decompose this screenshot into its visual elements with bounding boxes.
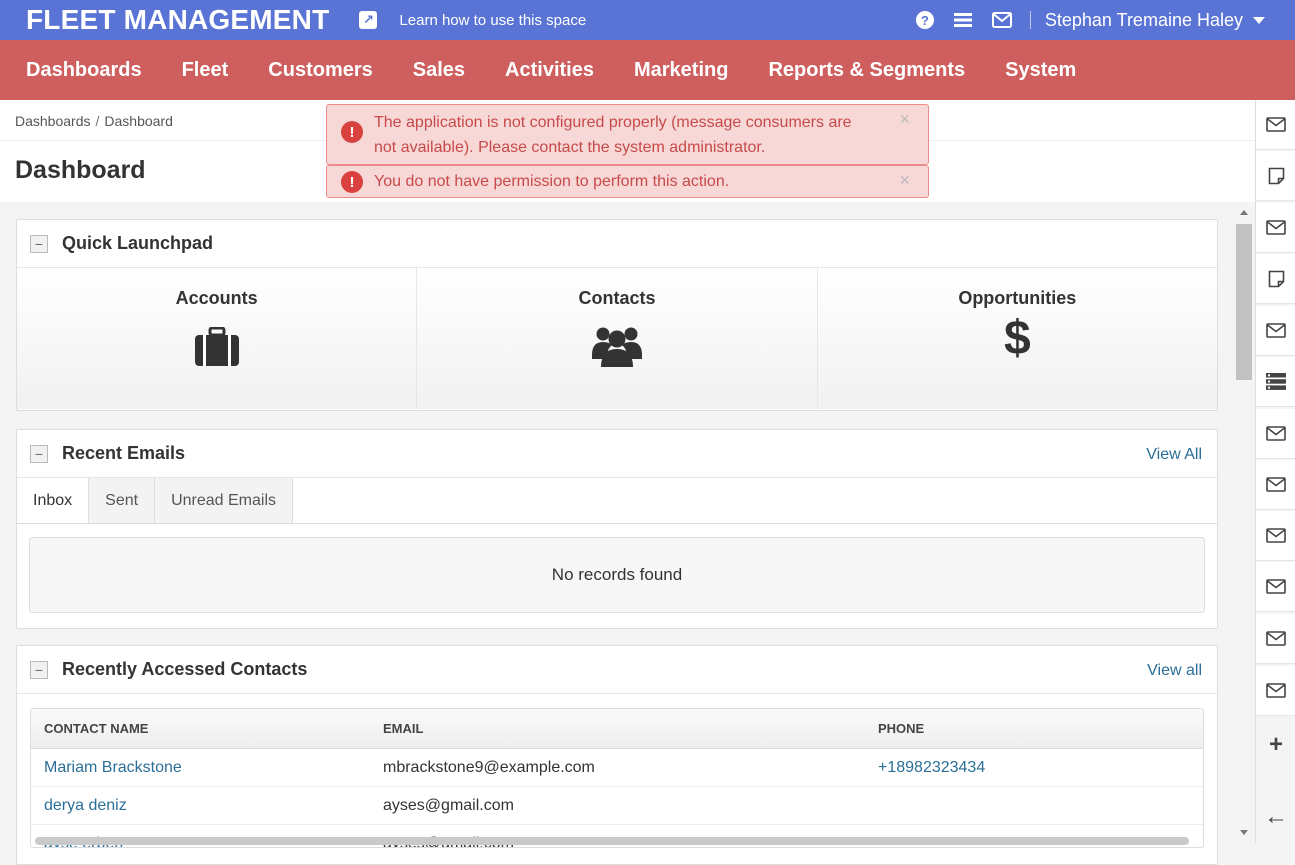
tab-inbox[interactable]: Inbox	[17, 478, 90, 523]
quick-launchpad-widget: − Quick Launchpad Accounts Contacts Oppo…	[16, 219, 1218, 411]
column-header[interactable]: PHONE	[878, 709, 924, 748]
alert-text: The application is not configured proper…	[374, 114, 852, 131]
recent-contacts-widget: − Recently Accessed Contacts View all CO…	[16, 645, 1218, 865]
main-menu: Dashboards Fleet Customers Sales Activit…	[0, 40, 1295, 100]
menu-item-fleet[interactable]: Fleet	[182, 59, 229, 82]
alert-text: not available). Please contact the syste…	[374, 139, 766, 156]
learn-link[interactable]: Learn how to use this space	[399, 12, 586, 29]
menu-item-dashboards[interactable]: Dashboards	[26, 59, 142, 82]
table-row[interactable]: derya deniz ayses@gmail.com	[31, 787, 1203, 825]
sidebar-note-icon[interactable]	[1256, 151, 1295, 201]
sidebar-envelope-icon[interactable]	[1256, 460, 1295, 510]
widget-title: Recently Accessed Contacts	[62, 659, 308, 679]
contact-phone-link[interactable]: +18982323434	[878, 749, 985, 786]
vertical-scrollbar[interactable]	[1235, 202, 1253, 843]
collapse-button[interactable]: −	[30, 234, 48, 253]
breadcrumb: Dashboards / Dashboard	[15, 113, 173, 129]
users-icon	[591, 323, 642, 372]
horizontal-scrollbar[interactable]	[35, 837, 1189, 845]
header-divider	[1029, 11, 1031, 29]
sidebar-tasks-icon[interactable]	[1256, 357, 1295, 407]
column-header[interactable]: CONTACT NAME	[44, 709, 148, 748]
dashboard-content: − Quick Launchpad Accounts Contacts Oppo…	[0, 202, 1255, 865]
recent-emails-widget: − Recent Emails View All Inbox Sent Unre…	[16, 429, 1218, 629]
sidebar-envelope-icon[interactable]	[1256, 100, 1295, 150]
close-icon[interactable]: ×	[899, 168, 910, 193]
menu-item-marketing[interactable]: Marketing	[634, 59, 728, 82]
menu-item-activities[interactable]: Activities	[505, 59, 594, 82]
chevron-down-icon[interactable]	[1253, 16, 1265, 24]
contact-email: ayses@gmail.com	[383, 796, 514, 814]
sidebar-envelope-icon[interactable]	[1256, 203, 1295, 253]
scroll-up-icon[interactable]	[1240, 210, 1248, 215]
sidebar-envelope-icon[interactable]	[1256, 666, 1295, 716]
error-icon: !	[341, 121, 363, 143]
widget-title: Quick Launchpad	[62, 233, 214, 253]
empty-state: No records found	[29, 537, 1205, 613]
error-icon: !	[341, 171, 363, 193]
right-sidebar: + ←	[1255, 100, 1295, 843]
collapse-button[interactable]: −	[30, 444, 48, 463]
launchpad-accounts[interactable]: Accounts	[17, 268, 418, 409]
menu-item-system[interactable]: System	[1005, 59, 1076, 82]
share-icon[interactable]: ↗	[359, 11, 378, 29]
column-header[interactable]: EMAIL	[383, 709, 423, 748]
tab-unread-emails[interactable]: Unread Emails	[155, 478, 293, 523]
alert-permission-error: ! You do not have permission to perform …	[326, 165, 929, 198]
scrollbar-thumb[interactable]	[1236, 224, 1252, 380]
launchpad-contacts[interactable]: Contacts	[417, 268, 818, 409]
contact-email: mbrackstone9@example.com	[383, 758, 595, 776]
alert-text: You do not have permission to perform th…	[374, 173, 730, 190]
table-header: CONTACT NAME EMAIL PHONE	[31, 709, 1203, 749]
page-title: Dashboard	[15, 156, 146, 184]
top-header: FLEET MANAGEMENT ↗ Learn how to use this…	[0, 0, 1295, 40]
sidebar-envelope-icon[interactable]	[1256, 614, 1295, 664]
arrow-left-icon[interactable]: ←	[1256, 797, 1295, 837]
sidebar-envelope-icon[interactable]	[1256, 409, 1295, 459]
breadcrumb-root[interactable]: Dashboards	[15, 113, 91, 129]
user-menu[interactable]: Stephan Tremaine Haley	[1045, 10, 1243, 31]
view-all-emails-link[interactable]: View All	[1146, 446, 1202, 464]
menu-icon[interactable]	[953, 12, 972, 28]
dollar-icon: $	[1003, 312, 1031, 365]
tab-sent[interactable]: Sent	[89, 478, 156, 523]
scroll-down-icon[interactable]	[1240, 830, 1248, 835]
help-icon[interactable]: ?	[915, 11, 934, 29]
add-icon[interactable]: +	[1256, 725, 1295, 765]
launchpad-opportunities[interactable]: Opportunities $	[817, 268, 1217, 409]
alert-config-error: ! The application is not configured prop…	[326, 104, 929, 165]
view-all-contacts-link[interactable]: View all	[1147, 662, 1202, 680]
email-tabs: Inbox Sent Unread Emails	[17, 478, 1217, 524]
menu-item-reports-segments[interactable]: Reports & Segments	[768, 59, 965, 82]
contact-name-link[interactable]: derya deniz	[44, 787, 127, 824]
sidebar-envelope-icon[interactable]	[1256, 562, 1295, 612]
sidebar-envelope-icon[interactable]	[1256, 306, 1295, 356]
contact-name-link[interactable]: Mariam Brackstone	[44, 749, 182, 786]
sidebar-note-icon[interactable]	[1256, 254, 1295, 304]
menu-item-sales[interactable]: Sales	[413, 59, 465, 82]
table-row[interactable]: Mariam Brackstone mbrackstone9@example.c…	[31, 749, 1203, 787]
widget-title: Recent Emails	[62, 443, 186, 463]
envelope-icon[interactable]	[991, 12, 1012, 28]
collapse-button[interactable]: −	[30, 660, 48, 679]
contacts-table: CONTACT NAME EMAIL PHONE Mariam Bracksto…	[30, 708, 1204, 848]
breadcrumb-current: Dashboard	[104, 113, 173, 129]
briefcase-icon	[194, 326, 240, 372]
sidebar-envelope-icon[interactable]	[1256, 511, 1295, 561]
app-brand[interactable]: FLEET MANAGEMENT	[26, 4, 329, 36]
close-icon[interactable]: ×	[899, 107, 910, 132]
menu-item-customers[interactable]: Customers	[268, 59, 372, 82]
